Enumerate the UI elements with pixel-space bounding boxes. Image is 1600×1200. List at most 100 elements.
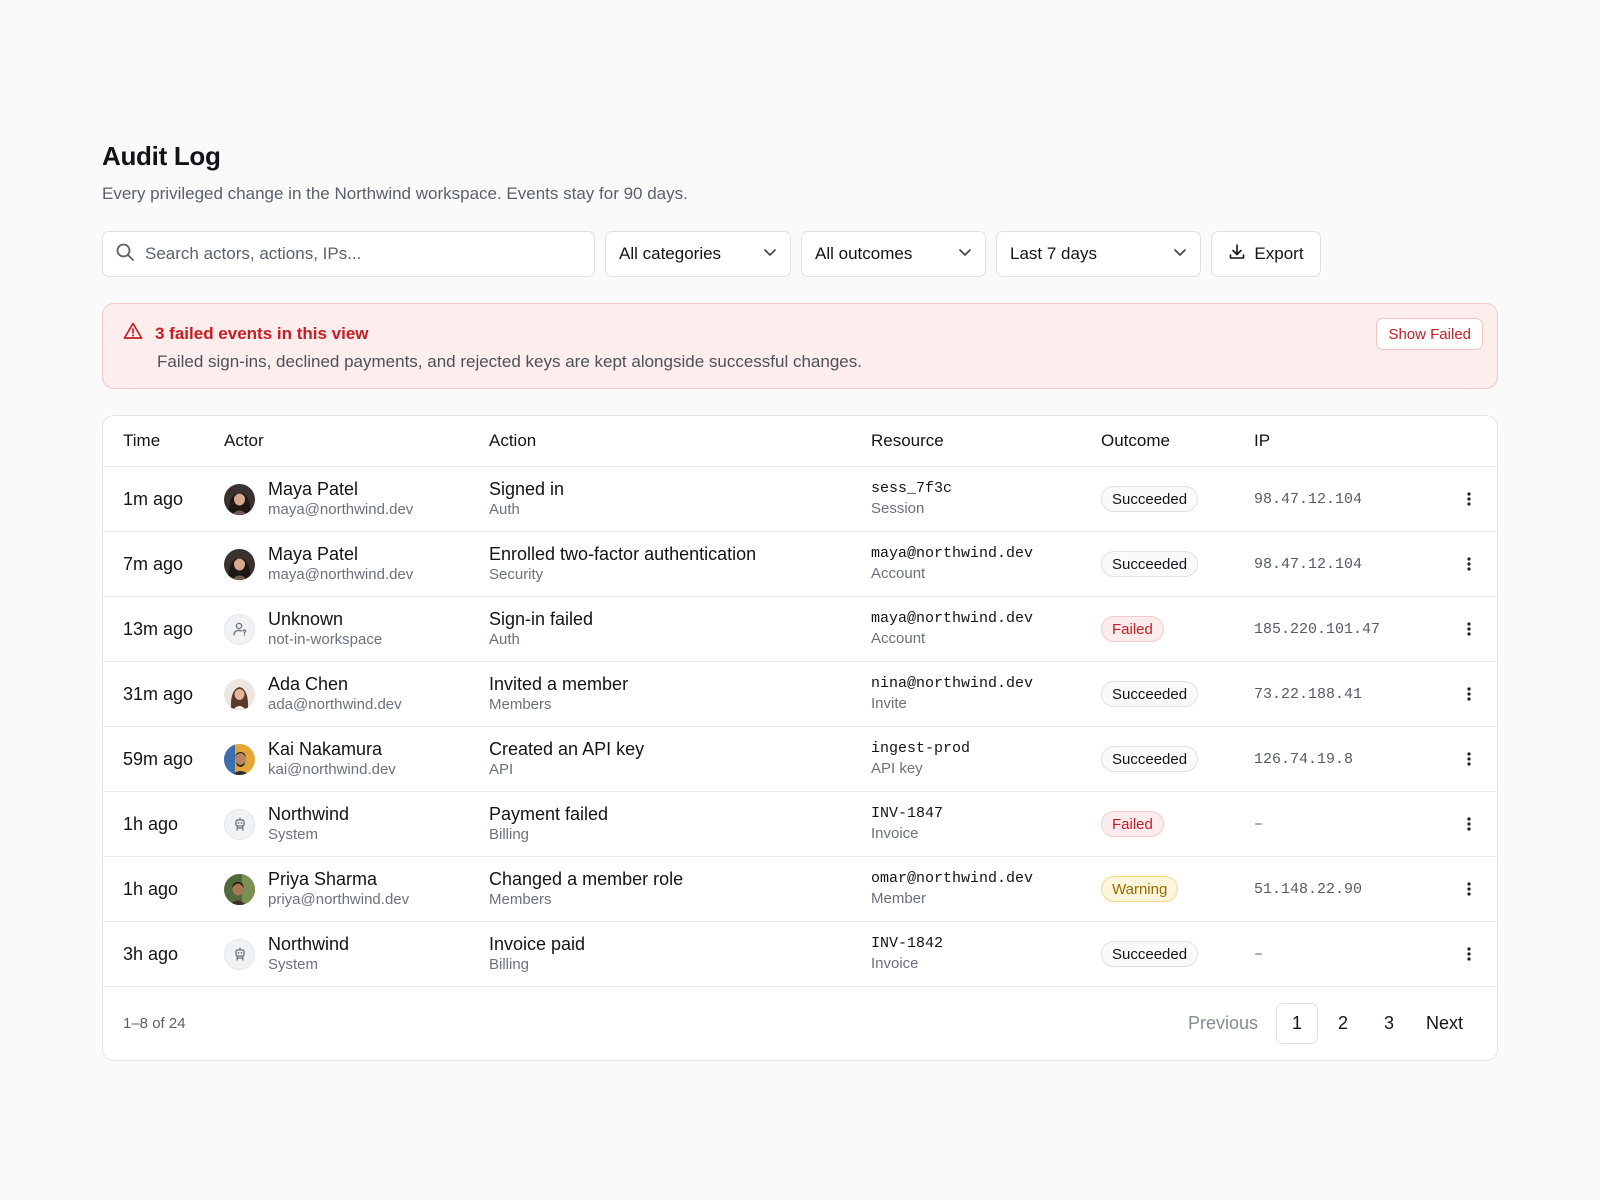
- search-box[interactable]: [102, 231, 595, 277]
- action-name: Created an API key: [489, 739, 645, 759]
- avatar-photo: [224, 548, 255, 580]
- chevron-down-icon: [957, 244, 973, 265]
- ip-address: 126.74.19.8: [1254, 751, 1354, 768]
- resource-id: maya@northwind.dev: [871, 545, 1034, 562]
- action-category: Members: [489, 891, 552, 908]
- action-name: Invoice paid: [489, 934, 586, 954]
- audit-log-page: Audit Log Every privileged change in the…: [102, 140, 1498, 1061]
- ip-address: 98.47.12.104: [1254, 491, 1363, 508]
- column-header-time: Time: [123, 431, 161, 450]
- table-header: Time Actor Action Resource Outcome IP: [103, 416, 1497, 467]
- audit-table: Time Actor Action Resource Outcome IP 1m…: [102, 415, 1498, 1061]
- ip-address: 98.47.12.104: [1254, 556, 1363, 573]
- next-page-button[interactable]: Next: [1426, 1013, 1463, 1034]
- outcome-badge: Succeeded: [1101, 551, 1199, 577]
- row-menu-icon[interactable]: [1457, 682, 1481, 706]
- column-header-outcome: Outcome: [1101, 431, 1170, 450]
- page-button-1[interactable]: 1: [1275, 1003, 1318, 1044]
- export-button[interactable]: Export: [1211, 231, 1321, 277]
- chevron-down-icon: [1172, 244, 1188, 265]
- actor-name: Maya Patel: [268, 544, 359, 564]
- table-row[interactable]: 1h ago Northwind System Payment failed Billi…: [103, 792, 1497, 857]
- previous-page-button[interactable]: Previous: [1188, 1013, 1258, 1034]
- row-menu-icon[interactable]: [1457, 487, 1481, 511]
- row-menu-icon[interactable]: [1457, 812, 1481, 836]
- column-header-actor: Actor: [224, 431, 264, 450]
- page-button-2[interactable]: 2: [1322, 1003, 1364, 1044]
- table-row[interactable]: 59m ago Kai Nakamura kai@northwind.dev Crea…: [103, 727, 1497, 792]
- page-button-3[interactable]: 3: [1368, 1003, 1410, 1044]
- resource-id: omar@northwind.dev: [871, 870, 1034, 887]
- alert-title: 3 failed events in this view: [155, 323, 369, 343]
- action-category: Auth: [489, 631, 520, 648]
- row-menu-icon[interactable]: [1457, 552, 1481, 576]
- column-header-action: Action: [489, 431, 537, 450]
- search-input[interactable]: [145, 244, 582, 264]
- resource-id: nina@northwind.dev: [871, 675, 1034, 692]
- warning-triangle-icon: [123, 321, 143, 346]
- show-failed-button[interactable]: Show Failed: [1376, 318, 1483, 350]
- resource-type: Invoice: [871, 955, 919, 972]
- date-range-select[interactable]: Last 7 days: [996, 231, 1201, 277]
- table-row[interactable]: 3h ago Northwind System Invoice paid Billing…: [103, 922, 1497, 987]
- pagination-range: 1–8 of 24: [123, 1015, 186, 1032]
- action-category: Members: [489, 696, 552, 713]
- actor-name: Priya Sharma: [268, 869, 378, 889]
- robot-icon: [224, 808, 255, 840]
- outcome-select-value: All outcomes: [815, 244, 913, 263]
- resource-type: Member: [871, 890, 927, 907]
- resource-id: sess_7f3c: [871, 480, 953, 497]
- actor-name: Northwind: [268, 804, 350, 824]
- table-row[interactable]: 1h ago Priya Sharma priya@northwind.dev Cha…: [103, 857, 1497, 922]
- actor-email: kai@northwind.dev: [268, 761, 396, 778]
- resource-type: Invoice: [871, 825, 919, 842]
- row-menu-icon[interactable]: [1457, 747, 1481, 771]
- table-footer: 1–8 of 24 Previous 1 2 3 Next: [103, 987, 1497, 1060]
- row-menu-icon[interactable]: [1457, 942, 1481, 966]
- actor-email: maya@northwind.dev: [268, 501, 414, 518]
- event-time: 59m ago: [123, 748, 194, 769]
- actor-name: Maya Patel: [268, 479, 359, 499]
- actor-email: priya@northwind.dev: [268, 891, 410, 908]
- resource-id: INV-1842: [871, 935, 944, 952]
- action-category: API: [489, 761, 514, 778]
- event-time: 1m ago: [123, 488, 184, 509]
- table-row[interactable]: 7m ago Maya Patel maya@northwind.dev Enroll…: [103, 532, 1497, 597]
- actor-name: Unknown: [268, 609, 344, 629]
- event-time: 3h ago: [123, 943, 179, 964]
- column-header-resource: Resource: [871, 431, 944, 450]
- table-row[interactable]: 31m ago Ada Chen ada@northwind.dev Invited …: [103, 662, 1497, 727]
- category-select[interactable]: All categories: [605, 231, 791, 277]
- row-menu-icon[interactable]: [1457, 617, 1481, 641]
- table-row[interactable]: 13m ago Unknown not-in-workspace Sign-in fa…: [103, 597, 1497, 662]
- resource-type: Session: [871, 500, 925, 517]
- outcome-badge: Succeeded: [1101, 941, 1199, 967]
- robot-icon: [224, 938, 255, 970]
- outcome-select[interactable]: All outcomes: [801, 231, 986, 277]
- failed-events-alert: 3 failed events in this view Failed sign…: [102, 303, 1498, 389]
- actor-name: Ada Chen: [268, 674, 349, 694]
- ip-address: 51.148.22.90: [1254, 881, 1363, 898]
- avatar-photo: [224, 873, 255, 905]
- chevron-down-icon: [762, 244, 778, 265]
- category-select-value: All categories: [619, 244, 722, 263]
- page-title: Audit Log: [102, 141, 221, 171]
- row-menu-icon[interactable]: [1457, 877, 1481, 901]
- action-category: Billing: [489, 956, 530, 973]
- actor-email: System: [268, 956, 319, 973]
- action-name: Payment failed: [489, 804, 609, 824]
- ip-address: –: [1254, 946, 1264, 963]
- column-header-ip: IP: [1254, 431, 1271, 450]
- outcome-badge: Failed: [1101, 811, 1164, 837]
- unknown-user-icon: [224, 613, 255, 645]
- actor-email: System: [268, 826, 319, 843]
- action-category: Billing: [489, 826, 530, 843]
- avatar-photo: [224, 483, 255, 515]
- action-category: Auth: [489, 501, 520, 518]
- avatar-photo: [224, 743, 255, 775]
- action-name: Sign-in failed: [489, 609, 594, 629]
- table-row[interactable]: 1m ago Maya Patel maya@northwind.dev Signed…: [103, 467, 1497, 532]
- resource-type: Invite: [871, 695, 907, 712]
- ip-address: –: [1254, 816, 1264, 833]
- search-icon: [115, 242, 135, 267]
